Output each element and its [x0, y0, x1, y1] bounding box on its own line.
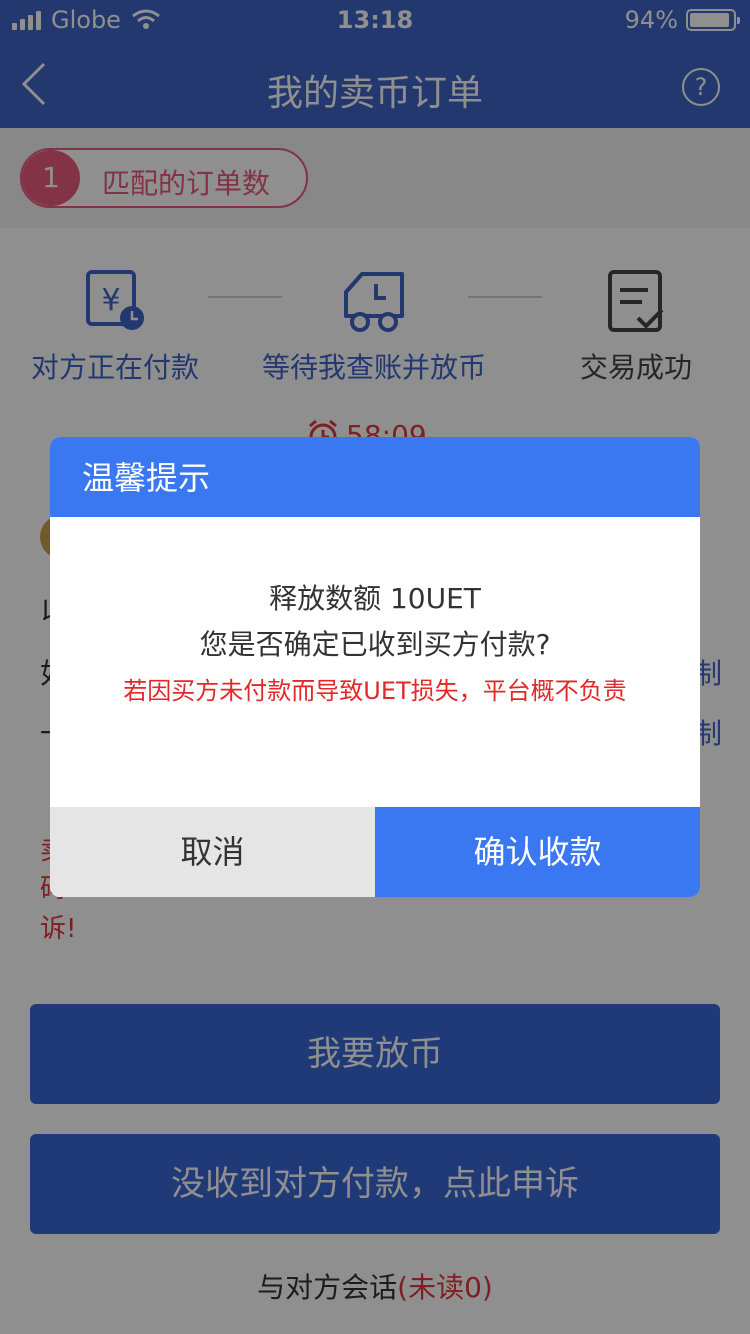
confirm-receipt-button[interactable]: 确认收款	[375, 807, 700, 897]
cancel-button[interactable]: 取消	[50, 807, 375, 897]
confirm-dialog: 温馨提示 释放数额 10UET 您是否确定已收到买方付款? 若因买方未付款而导致…	[50, 437, 700, 897]
dialog-warning: 若因买方未付款而导致UET损失，平台概不负责	[123, 677, 627, 705]
dialog-question: 您是否确定已收到买方付款?	[199, 628, 551, 661]
release-amount: 释放数额 10UET	[269, 582, 481, 615]
dialog-title: 温馨提示	[50, 437, 700, 517]
